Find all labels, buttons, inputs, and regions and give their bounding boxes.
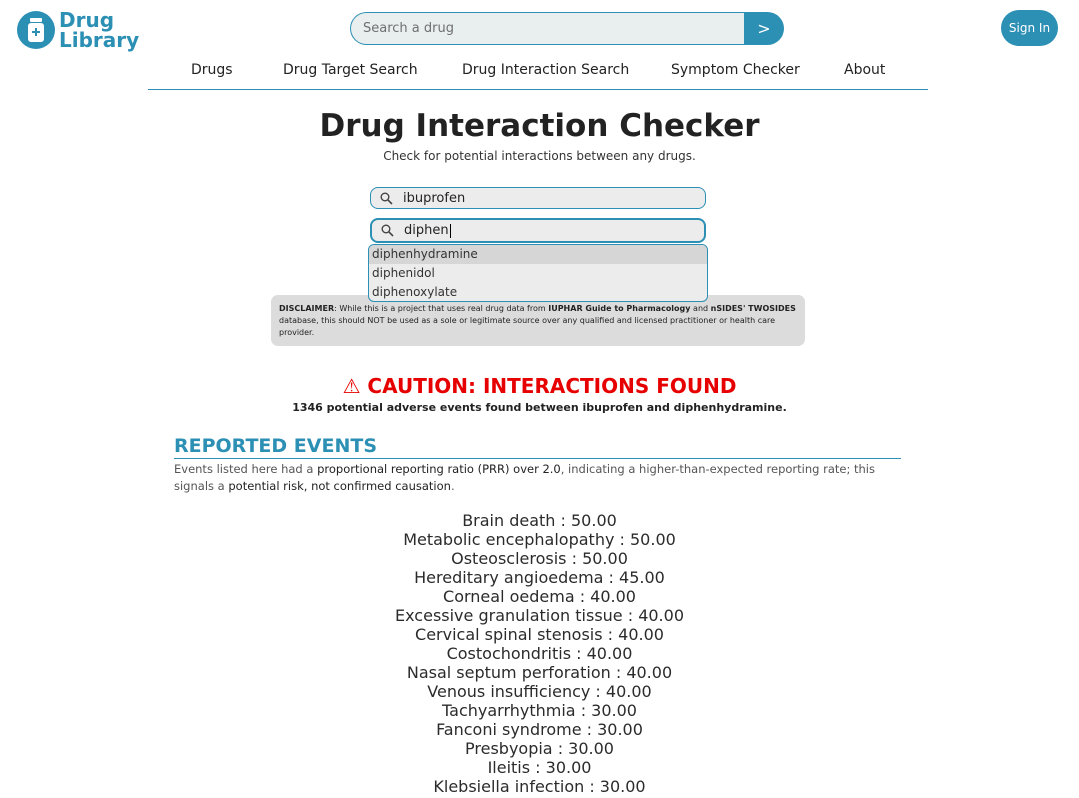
event-item: Hereditary angioedema : 45.00 xyxy=(414,568,665,587)
reported-events-heading: REPORTED EVENTS xyxy=(174,434,901,459)
search-button[interactable]: > xyxy=(744,12,784,45)
event-item: Metabolic encephalopathy : 50.00 xyxy=(403,530,676,549)
main-nav: Drugs Drug Target Search Drug Interactio… xyxy=(148,56,928,90)
search-input[interactable] xyxy=(350,12,744,45)
logo[interactable]: Drug Library xyxy=(17,10,139,50)
search-icon xyxy=(381,224,394,237)
event-list: Brain death : 50.00 Metabolic encephalop… xyxy=(0,511,1079,796)
drug-1-value: ibuprofen xyxy=(403,190,466,206)
text-caret xyxy=(449,223,451,238)
event-item: Brain death : 50.00 xyxy=(462,511,617,530)
suggestion-item[interactable]: diphenhydramine xyxy=(369,245,707,264)
drug-2-input[interactable]: diphen xyxy=(370,218,706,243)
source-iuphar: IUPHAR Guide to Pharmacology xyxy=(548,304,691,313)
search-icon xyxy=(380,192,393,205)
event-item: Fanconi syndrome : 30.00 xyxy=(436,720,643,739)
warning-icon: ⚠ xyxy=(342,374,361,398)
caution-heading: ⚠ CAUTION: INTERACTIONS FOUND xyxy=(0,374,1079,398)
logo-line-1: Drug xyxy=(59,8,115,32)
nav-drug-interaction-search[interactable]: Drug Interaction Search xyxy=(462,62,629,78)
reported-events-explanation: Events listed here had a proportional re… xyxy=(174,462,875,493)
event-item: Tachyarrhythmia : 30.00 xyxy=(442,701,637,720)
event-item: Nasal septum perforation : 40.00 xyxy=(406,663,673,682)
event-item: Cervical spinal stenosis : 40.00 xyxy=(415,625,664,644)
event-item: Presbyopia : 30.00 xyxy=(465,739,614,758)
sign-in-button[interactable]: Sign In xyxy=(1001,10,1058,46)
pill-bottle-icon xyxy=(17,11,55,49)
event-item: Klebsiella infection : 30.00 xyxy=(433,777,646,796)
nav-symptom-checker[interactable]: Symptom Checker xyxy=(671,62,800,78)
page-title: Drug Interaction Checker xyxy=(319,108,760,144)
event-item: Corneal oedema : 40.00 xyxy=(443,587,636,606)
drug-2-value: diphen xyxy=(404,223,449,238)
header-search: > xyxy=(350,12,784,45)
events-count: 1346 potential adverse events found betw… xyxy=(292,401,787,414)
nav-about[interactable]: About xyxy=(844,62,885,78)
page-subtitle: Check for potential interactions between… xyxy=(383,149,696,163)
suggestion-dropdown: diphenhydramine diphenidol diphenoxylate xyxy=(368,244,708,302)
logo-text: Drug Library xyxy=(59,10,139,50)
drug-1-input[interactable]: ibuprofen xyxy=(370,187,706,209)
nav-drugs[interactable]: Drugs xyxy=(191,62,233,78)
suggestion-item[interactable]: diphenoxylate xyxy=(369,283,707,301)
disclaimer-box: DISCLAIMER: While this is a project that… xyxy=(271,295,805,346)
event-item: Costochondritis : 40.00 xyxy=(446,644,633,663)
event-item: Excessive granulation tissue : 40.00 xyxy=(395,606,684,625)
event-item: Venous insufficiency : 40.00 xyxy=(427,682,652,701)
event-item: Ileitis : 30.00 xyxy=(487,758,592,777)
suggestion-item[interactable]: diphenidol xyxy=(369,264,707,283)
disclaimer-label: DISCLAIMER xyxy=(279,304,335,313)
caution-text: CAUTION: INTERACTIONS FOUND xyxy=(367,374,737,398)
nav-drug-target-search[interactable]: Drug Target Search xyxy=(283,62,418,78)
source-twosides: nSIDES' TWOSIDES xyxy=(710,304,796,313)
event-item: Osteosclerosis : 50.00 xyxy=(451,549,628,568)
logo-line-2: Library xyxy=(59,28,140,52)
